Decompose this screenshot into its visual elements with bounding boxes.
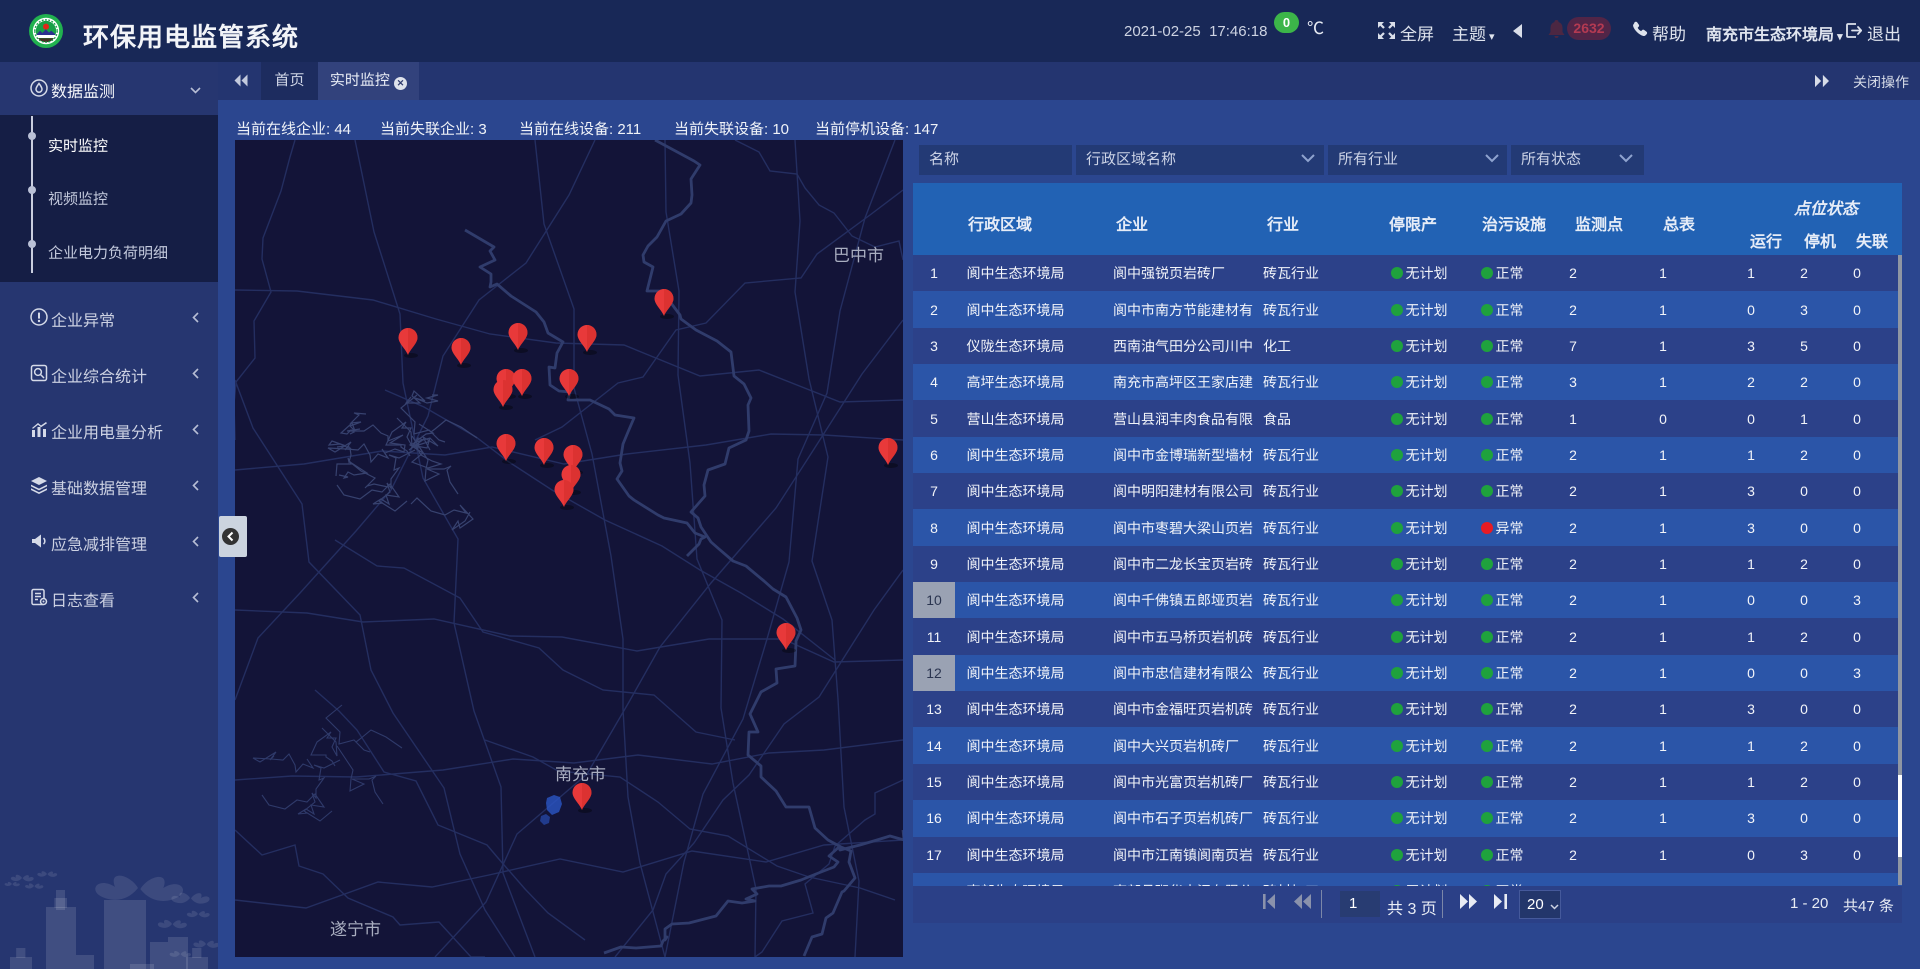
svg-text:遂宁市: 遂宁市 [330, 920, 381, 939]
svg-text:南充市: 南充市 [555, 765, 606, 784]
svg-text:巴中市: 巴中市 [833, 246, 884, 265]
